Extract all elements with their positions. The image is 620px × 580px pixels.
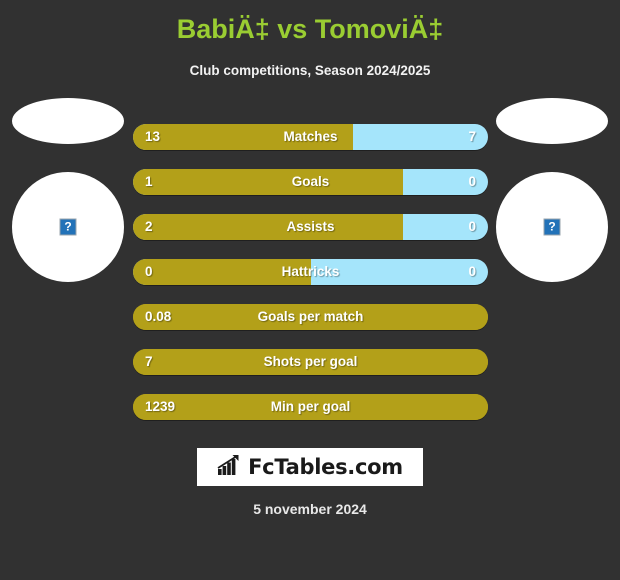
player-photo-right-main-ellipse: ? xyxy=(496,172,608,282)
stat-label: Hattricks xyxy=(281,264,340,279)
player-photo-left-main-ellipse: ? xyxy=(12,172,124,282)
stat-row: 1239 Min per goal xyxy=(133,394,488,420)
broken-image-icon: ? xyxy=(543,218,561,236)
fctables-logo-text: FcTables.com xyxy=(248,454,403,479)
stat-row: 7 Shots per goal xyxy=(133,349,488,375)
fctables-logo[interactable]: FcTables.com xyxy=(197,448,423,486)
stat-label: Assists xyxy=(286,219,335,234)
stats-list: 13 Matches 7 1 Goals 0 2 Assists 0 0 Hattricks 0 0.0… xyxy=(133,124,488,439)
player-photo-left-top-ellipse xyxy=(12,98,124,144)
stat-label: Goals per match xyxy=(257,309,364,324)
stat-row: 0.08 Goals per match xyxy=(133,304,488,330)
stat-label: Min per goal xyxy=(270,399,351,414)
page-subtitle: Club competitions, Season 2024/2025 xyxy=(189,63,431,78)
stat-value-right: 0 xyxy=(468,264,476,279)
stat-comparison-page: BabiÄ‡ vs TomoviÄ‡ Club competitions, Se… xyxy=(0,0,620,580)
page-title: BabiÄ‡ vs TomoviÄ‡ xyxy=(176,14,444,44)
stat-row: 1 Goals 0 xyxy=(133,169,488,195)
stat-row: 13 Matches 7 xyxy=(133,124,488,150)
broken-image-icon: ? xyxy=(59,218,77,236)
stat-label: Shots per goal xyxy=(263,354,358,369)
player-photo-right-top-ellipse xyxy=(496,98,608,144)
stat-value-right: 0 xyxy=(468,174,476,189)
stat-row: 2 Assists 0 xyxy=(133,214,488,240)
stat-value-right: 7 xyxy=(468,129,476,144)
stat-value-right: 0 xyxy=(468,219,476,234)
stat-label: Goals xyxy=(291,174,330,189)
bar-chart-arrow-icon xyxy=(217,454,243,481)
stat-label: Matches xyxy=(283,129,338,144)
player-photo-left: ? xyxy=(8,98,128,282)
date-label: 5 november 2024 xyxy=(253,501,367,517)
stat-row: 0 Hattricks 0 xyxy=(133,259,488,285)
player-photo-right: ? xyxy=(492,98,612,282)
